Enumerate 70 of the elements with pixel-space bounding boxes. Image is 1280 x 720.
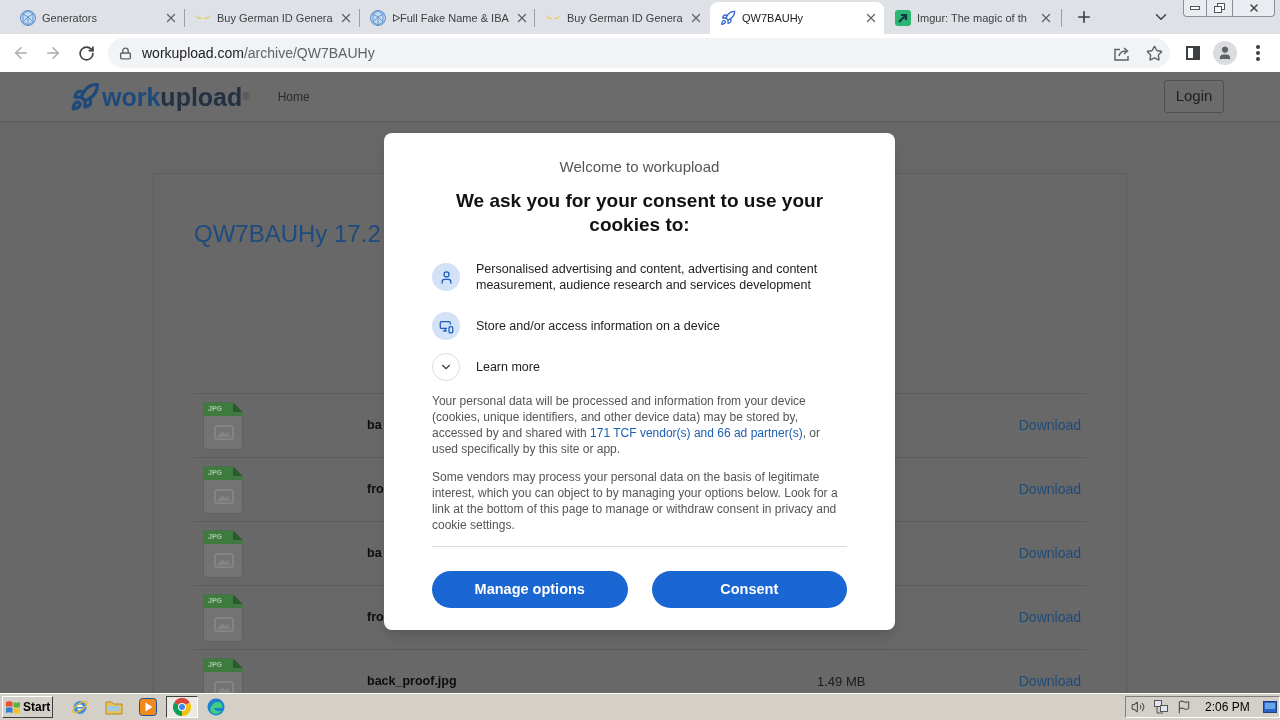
close-icon[interactable] <box>689 11 703 25</box>
globe-icon <box>20 10 36 26</box>
desktop-icon[interactable] <box>1262 701 1277 713</box>
close-icon[interactable] <box>864 11 878 25</box>
start-button[interactable]: Start <box>2 696 53 718</box>
file-name: fro <box>367 481 384 499</box>
browser-tab[interactable]: Buy German ID Genera <box>535 2 709 34</box>
browser-tab[interactable]: Buy German ID Genera <box>185 2 359 34</box>
taskbar-button[interactable] <box>166 696 198 718</box>
browser-tab[interactable]: Imgur: The magic of th <box>885 2 1059 34</box>
learn-more-button[interactable]: Learn more <box>432 353 540 381</box>
plus-icon <box>1075 8 1093 26</box>
chevron-down-icon <box>432 353 460 381</box>
image-file-icon <box>203 593 243 642</box>
restore-button[interactable] <box>1207 0 1233 17</box>
person-icon <box>432 263 460 291</box>
avatar-icon <box>1213 41 1237 65</box>
close-icon[interactable] <box>1039 11 1053 25</box>
wings-icon <box>545 15 561 21</box>
file-name: ba <box>367 545 382 563</box>
consent-text: Your personal data will be processed and information from your device (cookies, unique identifiers, and other device data) may be stored by, accessed by and shared with 171 TCF vendor(s) and 66 ad partner(s), or used specifically by this site or app. <box>432 393 821 457</box>
close-icon[interactable] <box>164 11 178 25</box>
rocket-icon <box>720 10 736 26</box>
url-text[interactable]: workupload.com/archive/QW7BAUHy <box>142 42 375 64</box>
swirl-icon <box>207 698 225 716</box>
dialog-heading: We ask you for your consent to use your cookies to: <box>454 189 825 237</box>
side-panel-icon <box>1186 46 1200 60</box>
consent-action-button[interactable]: Manage options <box>432 571 628 608</box>
close-icon <box>1247 2 1260 14</box>
file-name: back_proof.jpg <box>367 673 457 691</box>
network-icon[interactable] <box>1154 700 1168 714</box>
play-icon <box>139 698 157 716</box>
restore-icon <box>1214 3 1225 13</box>
purpose-text: Personalised advertising and content, advertising and content measurement, audience research and services development <box>476 261 819 293</box>
image-file-icon <box>203 465 243 514</box>
forward-arrow-icon <box>44 44 62 62</box>
address-bar[interactable]: workupload.com/archive/QW7BAUHy <box>108 38 1170 68</box>
image-file-icon <box>203 401 243 450</box>
browser-e-icon <box>71 698 89 716</box>
close-icon[interactable] <box>339 11 353 25</box>
minimize-icon <box>1190 6 1200 10</box>
file-name: ba <box>367 417 382 435</box>
wings-icon <box>195 15 211 21</box>
consent-text: Some vendors may process your personal data on the basis of legitimate interest, which you can object to by managing your options below. Look for a link at the bottom of this page to manage or withdraw consent in privacy and cookie settings. <box>432 469 839 533</box>
browser-tab[interactable]: Generators <box>10 2 184 34</box>
minimize-button[interactable] <box>1183 0 1207 17</box>
share-icon <box>1114 45 1130 61</box>
consent-action-button[interactable]: Consent <box>651 571 847 608</box>
chrome-icon <box>173 698 191 716</box>
star-icon <box>1145 44 1163 62</box>
browser-tab[interactable]: ᐅFull Fake Name & IBA <box>360 2 534 34</box>
menu-icon <box>1256 45 1260 61</box>
flag-icon[interactable] <box>1177 700 1191 714</box>
purpose-text: Store and/or access information on a device <box>476 318 720 334</box>
file-name: fro <box>367 609 384 627</box>
lock-icon <box>119 46 132 60</box>
globe-icon <box>370 10 386 26</box>
speaker-icon[interactable] <box>1131 700 1145 714</box>
archive-title: QW7BAUHy 17.2 <box>194 219 381 249</box>
arrow-tile-icon <box>895 10 911 26</box>
reload-icon <box>77 44 95 62</box>
profile-button[interactable] <box>1211 39 1239 67</box>
browser-tab[interactable]: QW7BAUHy <box>710 2 884 34</box>
folder-icon <box>105 699 123 715</box>
windows-flag-icon <box>5 699 21 715</box>
dialog-welcome: Welcome to workupload <box>558 157 721 177</box>
file-size: 1.49 MB <box>817 672 866 691</box>
image-file-icon <box>203 529 243 578</box>
devices-icon <box>432 312 460 340</box>
vendors-link[interactable]: 171 TCF vendor(s) and 66 ad partner(s) <box>590 426 803 440</box>
